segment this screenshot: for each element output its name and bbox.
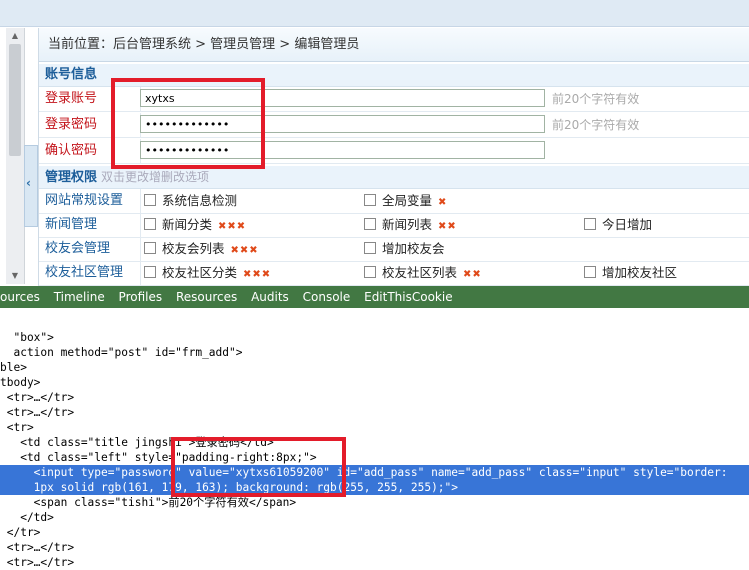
code-line[interactable]: "box">: [0, 330, 53, 345]
perm-option[interactable]: 校友社区分类 ✖✖✖: [144, 261, 271, 287]
perm-option-label: 增加校友会: [382, 241, 445, 256]
code-line[interactable]: <tr>…</tr>: [0, 405, 74, 420]
perm-option-label: 校友社区列表: [382, 265, 458, 280]
code-line[interactable]: tbody>: [0, 375, 40, 390]
annotation-highlight-box: [111, 78, 265, 169]
perm-option[interactable]: 校友会列表 ✖✖✖: [144, 237, 259, 263]
perm-row-alumni-association: 校友会管理 校友会列表 ✖✖✖ 增加校友会: [39, 237, 749, 262]
delete-mark-icon[interactable]: ✖✖: [463, 269, 482, 280]
delete-mark-icon[interactable]: ✖: [438, 197, 447, 208]
account-section-label: 账号信息: [45, 67, 98, 82]
scrollbar-thumb[interactable]: [9, 44, 21, 156]
checkbox[interactable]: [364, 218, 376, 230]
code-line[interactable]: </td>: [0, 510, 54, 525]
login-account-tip: 前20个字符有效: [552, 92, 640, 106]
code-line[interactable]: <tr>…</tr>: [0, 390, 74, 405]
perm-row-label: 校友会管理: [39, 237, 141, 261]
code-line[interactable]: <tr>: [0, 420, 34, 435]
perm-option-label: 校友会列表: [162, 241, 225, 256]
code-line[interactable]: <tr>…</tr>: [0, 555, 74, 570]
checkbox[interactable]: [584, 218, 596, 230]
checkbox[interactable]: [364, 194, 376, 206]
perm-option-label: 新闻列表: [382, 217, 433, 232]
permission-section-label: 管理权限: [45, 170, 98, 185]
perm-row-label: 新闻管理: [39, 213, 141, 237]
code-line[interactable]: action method="post" id="frm_add">: [0, 345, 242, 360]
permission-section-hint: 双击更改增删改选项: [101, 170, 210, 184]
perm-option-label: 今日增加: [602, 217, 653, 232]
perm-option[interactable]: 全局变量 ✖: [364, 189, 447, 215]
perm-option[interactable]: 校友社区列表 ✖✖: [364, 261, 482, 287]
perm-option[interactable]: 增加校友社区: [584, 261, 683, 287]
permission-section-title: 管理权限 双击更改增删改选项: [39, 166, 749, 189]
perm-row-alumni-community: 校友社区管理 校友社区分类 ✖✖✖ 校友社区列表 ✖✖ 增加校友社区: [39, 261, 749, 286]
checkbox[interactable]: [364, 266, 376, 278]
perm-option-label: 系统信息检测: [162, 193, 238, 208]
perm-option-label: 全局变量: [382, 193, 433, 208]
checkbox[interactable]: [364, 242, 376, 254]
code-line[interactable]: ble>: [0, 360, 27, 375]
delete-mark-icon[interactable]: ✖✖✖: [243, 269, 271, 280]
perm-option[interactable]: 新闻列表 ✖✖: [364, 213, 457, 239]
checkbox[interactable]: [144, 266, 156, 278]
perm-option-label: 增加校友社区: [602, 265, 678, 280]
devtools-tab-editthiscookie[interactable]: EditThisCookie: [364, 290, 453, 304]
checkbox[interactable]: [584, 266, 596, 278]
perm-option[interactable]: 今日增加: [584, 213, 658, 239]
browser-top-bar: [0, 0, 749, 27]
code-line[interactable]: <span class="tishi">前20个字符有效</span>: [0, 495, 296, 510]
perm-row-label: 校友社区管理: [39, 261, 141, 285]
perm-option[interactable]: 系统信息检测: [144, 189, 243, 215]
breadcrumb: 当前位置：后台管理系统 > 管理员管理 > 编辑管理员: [39, 28, 749, 62]
checkbox[interactable]: [144, 218, 156, 230]
annotation-highlight-box: [171, 437, 346, 497]
devtools-tab-audits[interactable]: Audits: [251, 290, 289, 304]
perm-option[interactable]: 新闻分类 ✖✖✖: [144, 213, 246, 239]
checkbox[interactable]: [144, 242, 156, 254]
perm-option[interactable]: 增加校友会: [364, 237, 451, 263]
code-line[interactable]: <tr>…</tr>: [0, 540, 74, 555]
devtools-tab-sources[interactable]: ources: [0, 290, 40, 304]
code-line-selected[interactable]: 1px solid rgb(161, 179, 163); background…: [0, 480, 749, 495]
chevron-left-icon[interactable]: ‹: [26, 176, 31, 190]
perm-row-label: 网站常规设置: [39, 189, 141, 213]
perm-option-label: 校友社区分类: [162, 265, 238, 280]
login-password-tip: 前20个字符有效: [552, 118, 640, 132]
checkbox[interactable]: [144, 194, 156, 206]
devtools-tab-console[interactable]: Console: [303, 290, 351, 304]
scroll-down-arrow-icon[interactable]: ▼: [9, 270, 21, 282]
perm-row-site-settings: 网站常规设置 系统信息检测 全局变量 ✖: [39, 189, 749, 214]
delete-mark-icon[interactable]: ✖✖✖: [218, 221, 246, 232]
devtools-elements-panel[interactable]: "box"> action method="post" id="frm_add"…: [0, 308, 749, 570]
code-line-selected[interactable]: <input type="password" value="xytxs61059…: [0, 465, 749, 480]
devtools-tab-profiles[interactable]: Profiles: [119, 290, 163, 304]
delete-mark-icon[interactable]: ✖✖✖: [231, 245, 259, 256]
delete-mark-icon[interactable]: ✖✖: [438, 221, 457, 232]
perm-row-news: 新闻管理 新闻分类 ✖✖✖ 新闻列表 ✖✖ 今日增加: [39, 213, 749, 238]
code-line[interactable]: </tr>: [0, 525, 41, 540]
devtools-tab-timeline[interactable]: Timeline: [54, 290, 105, 304]
perm-option-label: 新闻分类: [162, 217, 213, 232]
scroll-up-arrow-icon[interactable]: ▲: [9, 30, 21, 42]
devtools-tab-resources[interactable]: Resources: [176, 290, 237, 304]
devtools-tab-bar: ources Timeline Profiles Resources Audit…: [0, 286, 749, 308]
